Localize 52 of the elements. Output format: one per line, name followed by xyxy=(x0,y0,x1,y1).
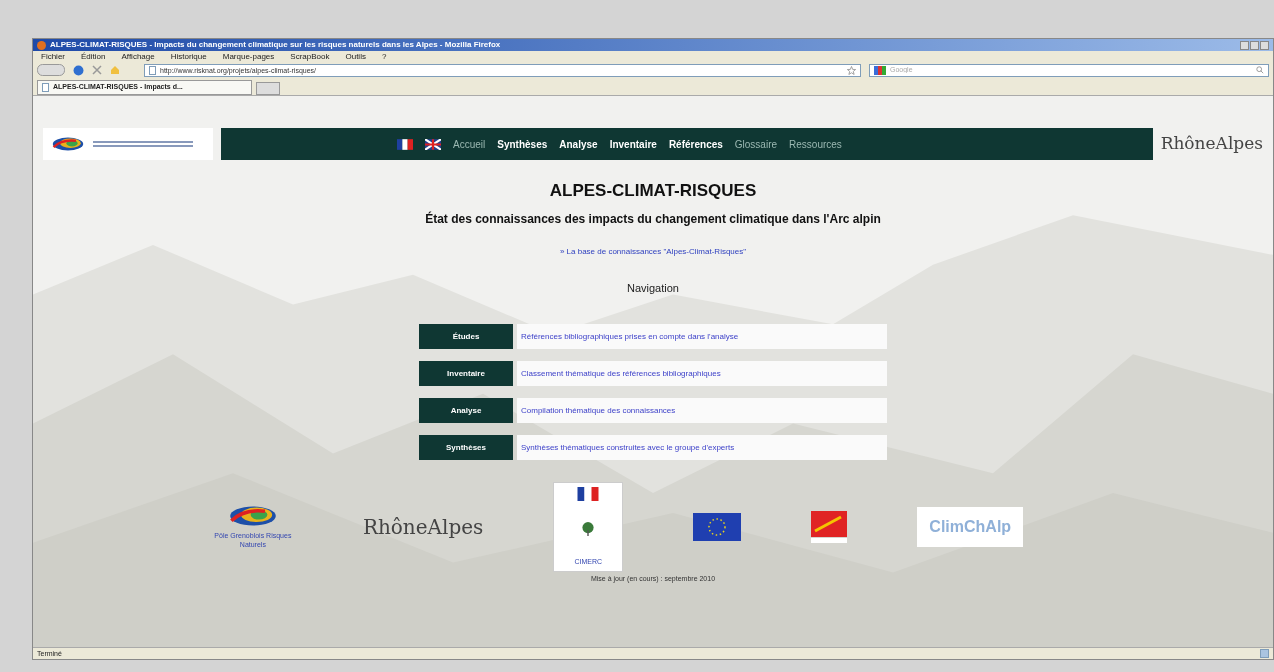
page-icon xyxy=(149,65,156,75)
site-nav-link[interactable]: Ressources xyxy=(789,136,842,152)
menu-item[interactable]: Outils xyxy=(345,52,366,61)
tree-icon xyxy=(581,521,596,536)
region-logo-icon xyxy=(811,511,848,543)
search-icon[interactable] xyxy=(1256,66,1264,74)
section-button[interactable]: Inventaire xyxy=(419,361,513,386)
menu-item[interactable]: Marque-pages xyxy=(222,52,275,61)
minimize-icon[interactable] xyxy=(1240,40,1249,50)
section-button[interactable]: Synthèses xyxy=(419,435,513,460)
swirl-logo-icon xyxy=(227,504,278,529)
eu-flag-icon xyxy=(693,513,742,541)
star-icon[interactable] xyxy=(847,65,856,75)
site-nav-link[interactable]: Références xyxy=(668,136,723,152)
section-description[interactable]: Classement thématique des références bibliographiques xyxy=(517,361,887,386)
close-icon[interactable] xyxy=(1260,40,1269,50)
site-nav-link[interactable]: Synthèses xyxy=(497,136,548,152)
site-nav-link[interactable]: Glossaire xyxy=(734,136,778,152)
new-tab-button[interactable] xyxy=(256,82,280,95)
section-description[interactable]: Synthèses thématiques construites avec le groupe d'experts xyxy=(517,435,887,460)
knowledge-base-link[interactable]: » La base de connaissances "Alpes-Climat-Risques" xyxy=(559,245,747,258)
header-wordmark: RhôneAlpes xyxy=(1160,132,1263,156)
reload-icon[interactable] xyxy=(73,64,84,76)
page-icon xyxy=(42,83,49,92)
navigation-heading: Navigation xyxy=(627,280,679,296)
section-description[interactable]: Compilation thématique des connaissances xyxy=(517,398,887,423)
search-engine-icon xyxy=(874,65,886,75)
page-title: ALPES-CLIMAT-RISQUES xyxy=(549,180,757,202)
menu-item[interactable]: Édition xyxy=(81,52,106,61)
back-forward-icon[interactable] xyxy=(37,64,65,76)
partner-wordmark: ClimChAlp xyxy=(917,507,1024,547)
home-icon[interactable] xyxy=(110,65,120,75)
window-title: ALPES-CLIMAT-RISQUES - Impacts du changement climatique sur les risques naturels dans les Alpes - Mozilla Firefox xyxy=(50,41,501,49)
site-nav-link[interactable]: Inventaire xyxy=(609,136,657,152)
section-description[interactable]: Références bibliographiques prises en compte dans l'analyse xyxy=(517,324,887,349)
french-flag-icon[interactable] xyxy=(397,138,413,150)
section-button[interactable]: Études xyxy=(419,324,513,349)
status-icon xyxy=(1260,649,1269,658)
uk-flag-icon[interactable] xyxy=(425,138,441,150)
maximize-icon[interactable] xyxy=(1250,40,1259,50)
stop-icon[interactable] xyxy=(92,65,102,75)
swirl-logo-icon xyxy=(51,136,85,152)
menu-item[interactable]: ScrapBook xyxy=(290,52,330,61)
section-button[interactable]: Analyse xyxy=(419,398,513,423)
page-subtitle: État des connaissances des impacts du changement climatique dans l'Arc alpin xyxy=(425,210,881,228)
menu-item[interactable]: Affichage xyxy=(121,52,155,61)
partner-wordmark: RhôneAlpes xyxy=(362,514,484,541)
site-nav-link[interactable]: Analyse xyxy=(559,136,598,152)
menu-item[interactable]: ? xyxy=(381,52,387,61)
site-nav-link[interactable]: Accueil xyxy=(453,136,486,152)
menu-item[interactable]: Fichier xyxy=(41,52,65,61)
menu-item[interactable]: Historique xyxy=(170,52,207,61)
